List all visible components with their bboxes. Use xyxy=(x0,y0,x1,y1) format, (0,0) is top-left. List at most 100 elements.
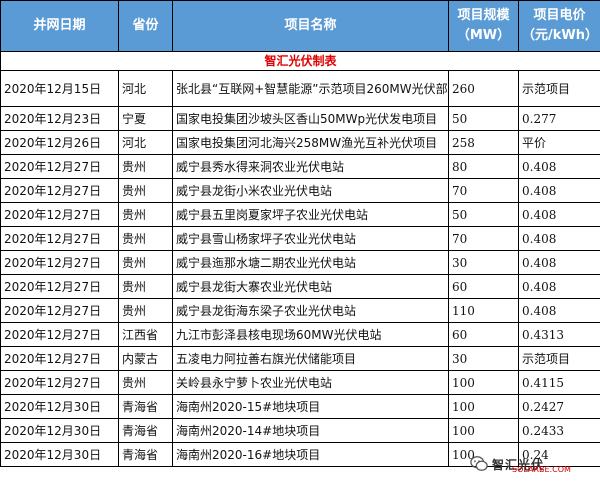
province-cell: 贵州 xyxy=(118,274,173,299)
table-row: 2020年12月23日 宁夏 国家电投集团沙坡头区香山50MWp光伏发电项目 50 0.… xyxy=(0,106,600,131)
wechat-icon xyxy=(470,456,488,471)
table-subtitle: 智汇光伏制表 xyxy=(0,51,600,71)
table-row: 2020年12月27日 贵州 威宁县迤那水塘二期农业光伏电站 30 0.408 xyxy=(0,250,600,275)
province-cell: 河北 xyxy=(118,70,173,107)
table-row: 2020年12月27日 贵州 威宁县龙街大寨农业光伏电站 60 0.408 xyxy=(0,274,600,299)
header-name: 项目名称 xyxy=(172,0,449,52)
province-cell: 贵州 xyxy=(118,226,173,251)
date-cell: 2020年12月27日 xyxy=(0,370,119,395)
price-cell: 平价 xyxy=(518,130,600,155)
scale-cell: 70 xyxy=(448,226,519,251)
price-cell: 0.277 xyxy=(518,106,600,131)
date-cell: 2020年12月27日 xyxy=(0,154,119,179)
project-name-cell: 国家电投集团沙坡头区香山50MWp光伏发电项目 xyxy=(172,106,449,131)
watermark-url: SOLARBE.COM xyxy=(512,465,571,474)
header-scale: 项目规模（MW） xyxy=(448,0,519,52)
project-name-cell: 海南州2020-14#地块项目 xyxy=(172,418,449,443)
province-cell: 青海省 xyxy=(118,394,173,419)
scale-cell: 60 xyxy=(448,322,519,347)
project-name-cell: 海南州2020-15#地块项目 xyxy=(172,394,449,419)
project-name-cell: 威宁县龙街海东梁子农业光伏电站 xyxy=(172,298,449,323)
date-cell: 2020年12月30日 xyxy=(0,418,119,443)
price-cell: 0.408 xyxy=(518,250,600,275)
province-cell: 贵州 xyxy=(118,250,173,275)
price-cell: 示范项目 xyxy=(518,70,600,107)
date-cell: 2020年12月30日 xyxy=(0,394,119,419)
province-cell: 贵州 xyxy=(118,298,173,323)
price-cell: 0.408 xyxy=(518,226,600,251)
scale-cell: 50 xyxy=(448,106,519,131)
table-header-row: 并网日期 省份 项目名称 项目规模（MW） 项目电价（元/kWh） xyxy=(0,0,600,52)
project-name-cell: 威宁县秀水得来洞农业光伏电站 xyxy=(172,154,449,179)
date-cell: 2020年12月30日 xyxy=(0,442,119,467)
header-province: 省份 xyxy=(118,0,173,52)
price-cell: 0.408 xyxy=(518,202,600,227)
table-row: 2020年12月27日 贵州 威宁县龙街海东梁子农业光伏电站 110 0.408 xyxy=(0,298,600,323)
date-cell: 2020年12月27日 xyxy=(0,346,119,371)
date-cell: 2020年12月26日 xyxy=(0,130,119,155)
table-row: 2020年12月27日 贵州 关岭县永宁萝卜农业光伏电站 100 0.4115 xyxy=(0,370,600,395)
date-cell: 2020年12月27日 xyxy=(0,274,119,299)
province-cell: 内蒙古 xyxy=(118,346,173,371)
scale-cell: 30 xyxy=(448,250,519,275)
province-cell: 青海省 xyxy=(118,418,173,443)
table-row: 2020年12月30日 青海省 海南州2020-15#地块项目 100 0.2427 xyxy=(0,394,600,419)
project-name-cell: 威宁县迤那水塘二期农业光伏电站 xyxy=(172,250,449,275)
date-cell: 2020年12月27日 xyxy=(0,298,119,323)
price-cell: 0.4115 xyxy=(518,370,600,395)
scale-cell: 100 xyxy=(448,418,519,443)
scale-cell: 110 xyxy=(448,298,519,323)
price-cell: 0.2427 xyxy=(518,394,600,419)
table-row: 2020年12月27日 贵州 威宁县雪山杨家坪子农业光伏电站 70 0.408 xyxy=(0,226,600,251)
scale-cell: 50 xyxy=(448,202,519,227)
project-name-cell: 威宁县龙街大寨农业光伏电站 xyxy=(172,274,449,299)
project-name-cell: 威宁县雪山杨家坪子农业光伏电站 xyxy=(172,226,449,251)
date-cell: 2020年12月27日 xyxy=(0,250,119,275)
project-name-cell: 九江市彭泽县核电现场60MW光伏电站 xyxy=(172,322,449,347)
scale-cell: 70 xyxy=(448,178,519,203)
scale-cell: 258 xyxy=(448,130,519,155)
price-cell: 0.408 xyxy=(518,178,600,203)
header-date: 并网日期 xyxy=(0,0,119,52)
scale-cell: 100 xyxy=(448,370,519,395)
price-cell: 0.408 xyxy=(518,274,600,299)
table-row: 2020年12月27日 贵州 威宁县龙街小米农业光伏电站 70 0.408 xyxy=(0,178,600,203)
province-cell: 青海省 xyxy=(118,442,173,467)
price-cell: 0.2433 xyxy=(518,418,600,443)
province-cell: 河北 xyxy=(118,130,173,155)
watermark: 智汇光伏 SOLARBE.COM xyxy=(470,449,590,479)
project-name-cell: 威宁县五里岗夏家坪子农业光伏电站 xyxy=(172,202,449,227)
province-cell: 宁夏 xyxy=(118,106,173,131)
price-cell: 0.408 xyxy=(518,154,600,179)
date-cell: 2020年12月27日 xyxy=(0,202,119,227)
project-name-cell: 张北县“互联网+智慧能源”示范项目260MW光伏部分 xyxy=(172,70,449,107)
table-row: 2020年12月15日 河北 张北县“互联网+智慧能源”示范项目260MW光伏部分 2… xyxy=(0,70,600,107)
province-cell: 江西省 xyxy=(118,322,173,347)
scale-cell: 260 xyxy=(448,70,519,107)
table-row: 2020年12月30日 青海省 海南州2020-14#地块项目 100 0.2433 xyxy=(0,418,600,443)
project-name-cell: 关岭县永宁萝卜农业光伏电站 xyxy=(172,370,449,395)
price-cell: 示范项目 xyxy=(518,346,600,371)
table-row: 2020年12月27日 贵州 威宁县秀水得来洞农业光伏电站 80 0.408 xyxy=(0,154,600,179)
date-cell: 2020年12月27日 xyxy=(0,226,119,251)
project-name-cell: 海南州2020-16#地块项目 xyxy=(172,442,449,467)
date-cell: 2020年12月27日 xyxy=(0,322,119,347)
table-row: 2020年12月27日 江西省 九江市彭泽县核电现场60MW光伏电站 60 0.4313 xyxy=(0,322,600,347)
solar-project-table: 并网日期 省份 项目名称 项目规模（MW） 项目电价（元/kWh） 智汇光伏制表… xyxy=(0,0,600,467)
scale-cell: 100 xyxy=(448,394,519,419)
province-cell: 贵州 xyxy=(118,202,173,227)
table-subtitle-row: 智汇光伏制表 xyxy=(0,51,600,71)
date-cell: 2020年12月23日 xyxy=(0,106,119,131)
price-cell: 0.4313 xyxy=(518,322,600,347)
scale-cell: 30 xyxy=(448,346,519,371)
scale-cell: 80 xyxy=(448,154,519,179)
date-cell: 2020年12月15日 xyxy=(0,70,119,107)
price-cell: 0.408 xyxy=(518,298,600,323)
table-row: 2020年12月27日 贵州 威宁县五里岗夏家坪子农业光伏电站 50 0.408 xyxy=(0,202,600,227)
province-cell: 贵州 xyxy=(118,370,173,395)
table-row: 2020年12月26日 河北 国家电投集团河北海兴258MW渔光互补光伏项目 258 平… xyxy=(0,130,600,155)
table-row: 2020年12月27日 内蒙古 五凌电力阿拉善右旗光伏储能项目 30 示范项目 xyxy=(0,346,600,371)
scale-cell: 60 xyxy=(448,274,519,299)
project-name-cell: 国家电投集团河北海兴258MW渔光互补光伏项目 xyxy=(172,130,449,155)
header-price: 项目电价（元/kWh） xyxy=(518,0,600,52)
